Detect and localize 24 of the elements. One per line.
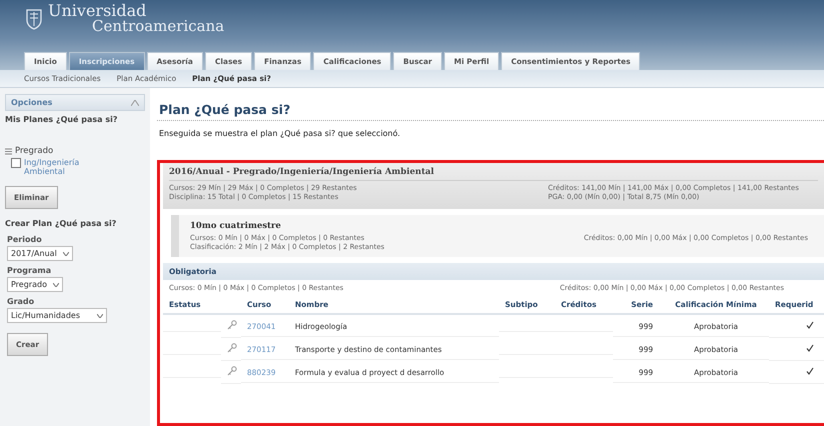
intro-text: Enseguida se muestra el plan ¿Qué pasa si? que seleccionó. xyxy=(158,129,402,138)
collapse-icon[interactable] xyxy=(5,148,12,154)
crest-icon xyxy=(26,8,42,30)
field-label: Grado xyxy=(7,297,34,306)
university-logo-text: Universidad Centroamericana xyxy=(48,3,224,34)
field-label: Periodo xyxy=(7,235,42,244)
section-heading: Mis Planes ¿Qué pasa si? xyxy=(5,115,118,124)
plan-link[interactable]: Ing/Ingeniería Ambiental xyxy=(24,158,94,176)
key-icon[interactable] xyxy=(227,343,237,353)
select-field[interactable]: 2017/Anual xyxy=(7,246,73,261)
plan-title: 2016/Anual - Pregrado/Ingeniería/Ingeniería Ambiental xyxy=(169,167,818,181)
page-title: Plan ¿Qué pasa si? xyxy=(157,102,824,121)
select-field[interactable]: Lic/Humanidades xyxy=(7,308,107,323)
key-icon[interactable] xyxy=(227,366,237,376)
select-field[interactable]: Pregrado xyxy=(7,277,63,292)
section-heading: Crear Plan ¿Qué pasa si? xyxy=(5,219,116,228)
term-title: 10mo cuatrimestre xyxy=(190,221,282,231)
options-panel-header[interactable]: Opciones xyxy=(5,94,145,111)
panel-title: Opciones xyxy=(11,98,52,107)
checkbox[interactable] xyxy=(11,158,21,168)
field-label: Programa xyxy=(7,266,52,275)
tree-node[interactable]: Pregrado xyxy=(15,146,54,156)
key-icon[interactable] xyxy=(227,320,237,330)
collapse-icon[interactable] xyxy=(131,100,139,106)
